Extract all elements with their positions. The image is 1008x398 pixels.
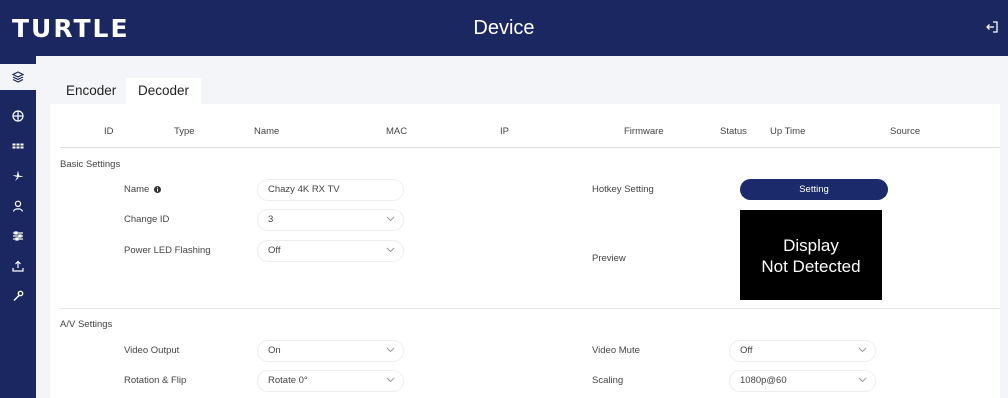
column-header-id[interactable]: ID bbox=[104, 126, 114, 137]
header-divider bbox=[60, 147, 1000, 148]
sidebar-item-devices[interactable] bbox=[0, 64, 36, 90]
column-header-mac[interactable]: MAC bbox=[386, 126, 407, 137]
logout-icon[interactable] bbox=[984, 19, 1000, 35]
sidebar-item-tools[interactable] bbox=[0, 283, 36, 309]
wrench-icon bbox=[13, 290, 24, 301]
video-output-value: On bbox=[268, 345, 281, 356]
power-led-value: Off bbox=[268, 245, 281, 256]
chevron-down-icon bbox=[386, 377, 395, 383]
power-led-label: Power LED Flashing bbox=[124, 245, 211, 256]
tab-encoder[interactable]: Encoder bbox=[54, 78, 128, 104]
power-led-select[interactable]: Off bbox=[258, 241, 403, 261]
section-divider bbox=[60, 308, 1000, 309]
video-output-label: Video Output bbox=[124, 345, 180, 356]
sidebar-item-users[interactable] bbox=[0, 193, 36, 219]
preview-window: Display Not Detected bbox=[740, 210, 882, 300]
basic-settings-title: Basic Settings bbox=[60, 159, 121, 170]
video-output-select[interactable]: On bbox=[258, 341, 403, 361]
scaling-value: 1080p@60 bbox=[740, 375, 787, 386]
page-title: Device bbox=[473, 17, 535, 39]
layers-icon bbox=[11, 71, 25, 83]
sidebar-item-control[interactable] bbox=[0, 163, 36, 189]
sidebar bbox=[0, 56, 36, 398]
av-settings-title: A/V Settings bbox=[60, 319, 113, 330]
video-mute-select[interactable]: Off bbox=[730, 341, 875, 361]
sliders-icon bbox=[13, 231, 23, 241]
change-id-select[interactable]: 3 bbox=[258, 210, 403, 230]
preview-line-1: Display bbox=[783, 236, 839, 255]
user-icon bbox=[12, 200, 24, 212]
info-icon[interactable] bbox=[153, 185, 161, 193]
chevron-down-icon bbox=[386, 247, 395, 253]
sidebar-item-upgrade[interactable] bbox=[0, 253, 36, 279]
column-header-ip[interactable]: IP bbox=[500, 126, 509, 137]
scaling-label: Scaling bbox=[592, 375, 624, 386]
column-header-type[interactable]: Type bbox=[174, 126, 195, 137]
rotation-flip-value: Rotate 0° bbox=[268, 375, 308, 386]
hotkey-setting-button[interactable]: Setting bbox=[740, 179, 888, 200]
video-mute-label: Video Mute bbox=[592, 345, 640, 356]
rotation-flip-label: Rotation & Flip bbox=[124, 375, 187, 386]
chevron-down-icon bbox=[386, 216, 395, 222]
chevron-down-icon bbox=[858, 377, 867, 383]
tab-decoder[interactable]: Decoder bbox=[126, 78, 202, 104]
sidebar-item-network[interactable] bbox=[0, 103, 36, 129]
video-mute-value: Off bbox=[740, 345, 753, 356]
scaling-select[interactable]: 1080p@60 bbox=[730, 371, 875, 391]
change-id-value: 3 bbox=[268, 214, 274, 225]
column-header-uptime[interactable]: Up Time bbox=[770, 126, 805, 137]
name-input[interactable]: Chazy 4K RX TV bbox=[258, 180, 403, 200]
name-label: Name bbox=[124, 184, 161, 195]
column-header-firmware[interactable]: Firmware bbox=[624, 126, 664, 137]
chevron-down-icon bbox=[858, 347, 867, 353]
fan-icon bbox=[12, 170, 24, 181]
hotkey-setting-label: Hotkey Setting bbox=[592, 184, 654, 195]
preview-line-2: Not Detected bbox=[761, 257, 861, 276]
preview-label: Preview bbox=[592, 253, 626, 264]
rotation-flip-select[interactable]: Rotate 0° bbox=[258, 371, 403, 391]
decoder-panel: ID Type Name MAC IP Firmware Status Up T… bbox=[50, 104, 1000, 398]
column-header-name[interactable]: Name bbox=[254, 126, 279, 137]
column-header-source[interactable]: Source bbox=[890, 126, 920, 137]
sidebar-item-matrix[interactable] bbox=[0, 133, 36, 159]
top-bar: TURTLE Device bbox=[0, 0, 1008, 56]
grid-icon bbox=[12, 143, 24, 149]
change-id-label: Change ID bbox=[124, 214, 170, 225]
main-area: Encoder Decoder ID Type Name MAC IP Firm… bbox=[36, 56, 1008, 398]
upload-icon bbox=[12, 260, 24, 272]
globe-icon bbox=[12, 110, 24, 122]
column-header-status[interactable]: Status bbox=[720, 126, 747, 137]
name-label-text: Name bbox=[124, 184, 150, 195]
sidebar-item-settings[interactable] bbox=[0, 223, 36, 249]
chevron-down-icon bbox=[386, 347, 395, 353]
